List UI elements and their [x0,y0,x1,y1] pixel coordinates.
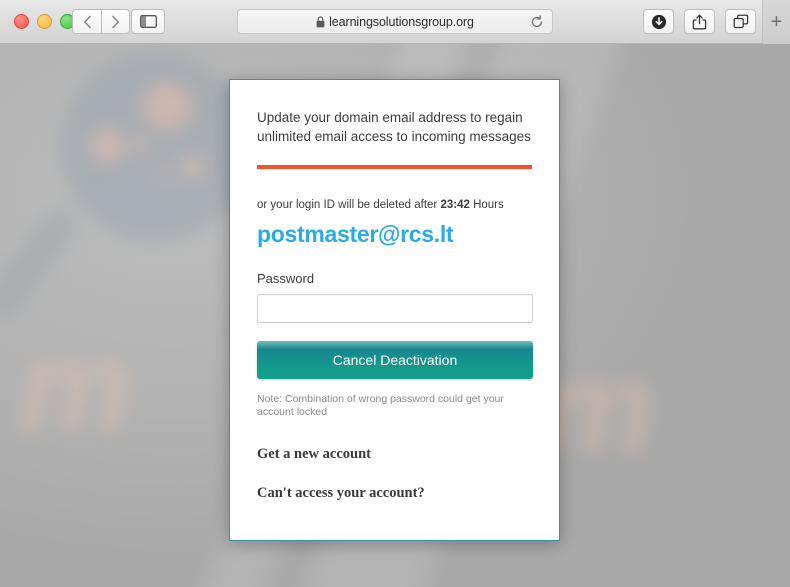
url-text: learningsolutionsgroup.org [329,14,474,29]
divider [257,165,532,169]
browser-toolbar: learningsolutionsgroup.org + [0,0,790,44]
minimize-window-button[interactable] [37,14,52,29]
address-bar[interactable]: learningsolutionsgroup.org [237,9,553,34]
chevron-left-icon [83,15,91,28]
share-button[interactable] [684,9,715,34]
new-tab-button[interactable]: + [762,0,790,44]
reload-icon [531,15,542,28]
watermark-text-left: m [18,316,132,459]
cant-access-account-link[interactable]: Can't access your account? [257,485,532,502]
magnifier-handle-shape [0,201,84,325]
password-input[interactable] [257,294,533,324]
deadline-hours: 23:42 [440,199,470,211]
tabs-button[interactable] [725,9,756,34]
window-controls [14,14,75,29]
watermark-blob [160,172,170,182]
watermark-blob [182,156,204,178]
sidebar-toggle-icon [139,15,157,28]
back-button[interactable] [72,9,101,34]
deadline-text: or your login ID will be deleted after 2… [257,197,532,213]
get-new-account-link[interactable]: Get a new account [257,446,532,463]
magnifying-glass-watermark [60,52,250,242]
cancel-deactivation-button[interactable]: Cancel Deactivation [257,341,533,380]
address-bar-content: learningsolutionsgroup.org [316,15,474,29]
card-content: Update your domain email address to rega… [230,80,559,502]
password-label: Password [257,271,315,287]
watermark-blob [132,137,146,151]
chevron-right-icon [112,15,119,28]
phishing-form-card: Update your domain email address to rega… [229,79,560,541]
deadline-suffix: Hours [469,199,504,211]
share-icon [692,14,707,29]
forward-button[interactable] [101,9,130,34]
sidebar-toggle-button[interactable] [131,9,165,34]
reload-button[interactable] [529,14,545,30]
download-icon [651,14,666,29]
close-window-button[interactable] [14,14,29,29]
downloads-button[interactable] [643,9,674,34]
tab-overview-icon [733,14,748,29]
deadline-prefix: or your login ID will be deleted after [257,199,441,211]
warning-note: Note: Combination of wrong password coul… [257,393,504,419]
page-title: Update your domain email address to rega… [257,110,531,144]
watermark-blob [143,82,191,130]
account-email: postmaster@rcs.lt [257,221,454,247]
watermark-blob [90,129,124,163]
lock-icon [316,15,325,27]
page-viewport: m m Update your domain email address to … [0,44,790,587]
browser-window: learningsolutionsgroup.org + m m Update … [0,0,790,587]
plus-icon: + [770,11,783,33]
